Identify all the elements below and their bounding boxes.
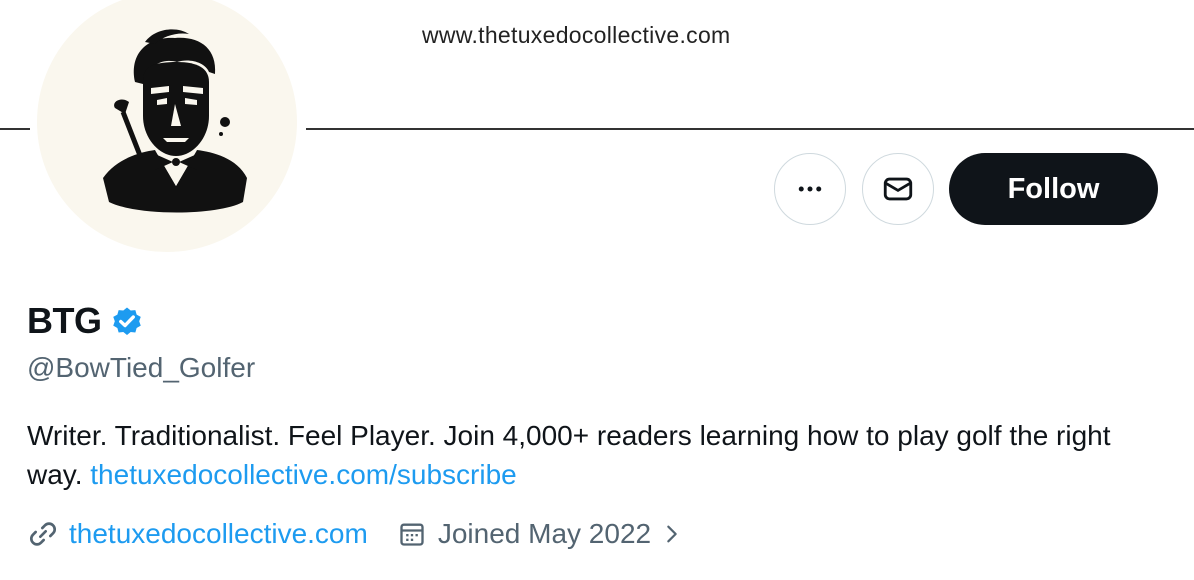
message-button[interactable]: [862, 153, 934, 225]
website-item: thetuxedocollective.com: [27, 518, 368, 550]
joined-date-text: Joined May 2022: [437, 518, 652, 549]
envelope-icon: [883, 177, 913, 201]
ellipsis-icon: [798, 186, 822, 192]
user-handle: @BowTied_Golfer: [27, 352, 256, 383]
banner-divider-left: [0, 128, 30, 130]
banner-url-text: www.thetuxedocollective.com: [422, 22, 731, 48]
more-options-button[interactable]: [774, 153, 846, 225]
bio: Writer. Traditionalist. Feel Player. Joi…: [27, 416, 1167, 494]
website-link[interactable]: thetuxedocollective.com: [69, 518, 368, 550]
calendar-icon: [400, 523, 424, 546]
verified-badge-icon[interactable]: [110, 304, 144, 338]
profile-page: www.thetuxedocollective.com Follow BTG @…: [0, 0, 1194, 580]
joined-date[interactable]: Joined May 2022: [398, 518, 683, 550]
follow-button[interactable]: Follow: [949, 153, 1158, 225]
profile-meta-row: thetuxedocollective.com Joined May 2022: [27, 518, 683, 550]
link-icon: [29, 522, 57, 546]
banner-divider-right: [306, 128, 1194, 130]
bio-subscribe-link[interactable]: thetuxedocollective.com/subscribe: [90, 459, 516, 490]
chevron-right-icon: [667, 525, 677, 543]
display-name: BTG: [27, 300, 102, 341]
tuxedo-gentleman-logo: [103, 29, 247, 213]
display-name-row: BTG: [27, 300, 144, 342]
avatar[interactable]: [33, 0, 301, 256]
